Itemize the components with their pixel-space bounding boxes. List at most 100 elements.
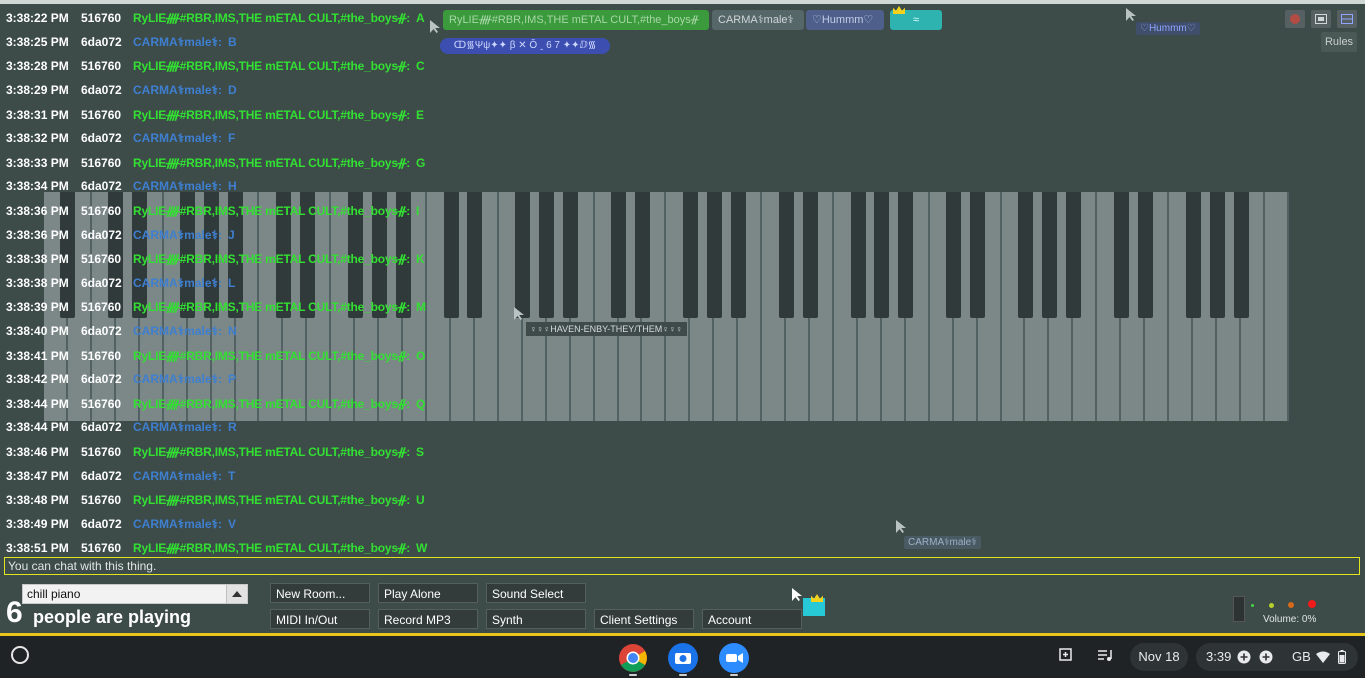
chat-message: 3:38:38 PM 516760 RyLIEᚎ#RBR,IMS,THE mETAL… [6,249,425,269]
chat-text: P [228,372,237,386]
chat-message: 3:38:36 PM 516760 RyLIEᚎ#RBR,IMS,THE mETAL… [6,201,419,221]
chat-username[interactable]: CARMA⚕male⚕: [133,420,222,434]
chat-user-id: 516760 [81,445,122,459]
chat-username[interactable]: RyLIEᚎ#RBR,IMS,THE mETAL CULT,#the_boysᚌ… [133,349,410,363]
chat-user-id: 6da072 [81,179,122,193]
camera-app-icon[interactable] [668,643,698,673]
midi-button[interactable]: MIDI In/Out [270,609,370,629]
chat-text: W [416,541,428,555]
crown-icon [811,594,823,602]
chat-text: Q [416,397,426,411]
app-running-dot [629,674,637,676]
volume-control[interactable]: Volume: 0% [1233,596,1343,626]
chat-message: 3:38:41 PM 516760 RyLIEᚎ#RBR,IMS,THE mETAL… [6,346,425,366]
chat-username[interactable]: RyLIEᚎ#RBR,IMS,THE mETAL CULT,#the_boysᚌ… [133,59,410,73]
chat-time: 3:38:38 PM [6,252,69,266]
chat-message: 3:38:29 PM 6da072 CARMA⚕male⚕: D [6,80,237,100]
chat-time: 3:38:36 PM [6,228,69,242]
image-icon[interactable] [1311,10,1331,28]
chat-text: I [416,204,420,218]
participant-chip-rylie[interactable]: RyLIEᚎ#RBR,IMS,THE mETAL CULT,#the_boysᚌ [443,10,709,30]
chat-username[interactable]: CARMA⚕male⚕: [133,228,222,242]
chevron-up-icon[interactable] [226,585,247,603]
chat-username[interactable]: RyLIEᚎ#RBR,IMS,THE mETAL CULT,#the_boysᚌ… [133,11,410,25]
launcher-icon[interactable] [11,646,29,664]
chat-username[interactable]: CARMA⚕male⚕: [133,35,222,49]
volume-slider[interactable] [1233,596,1245,622]
chat-text: O [416,349,426,363]
chat-user-id: 516760 [81,300,122,314]
account-button[interactable]: Account [702,609,802,629]
chat-username[interactable]: RyLIEᚎ#RBR,IMS,THE mETAL CULT,#the_boysᚌ… [133,541,410,555]
clipboard-icon[interactable] [1057,648,1073,662]
participant-chip-hummm[interactable]: ♡Hummm♡ [806,10,884,30]
chat-username[interactable]: RyLIEᚎ#RBR,IMS,THE mETAL CULT,#the_boysᚌ… [133,397,410,411]
rules-button[interactable]: Rules [1321,32,1357,52]
chat-user-id: 6da072 [81,372,122,386]
chat-time: 3:38:25 PM [6,35,69,49]
chat-text: D [228,83,237,97]
chat-time: 3:38:34 PM [6,179,69,193]
participant-chip-carma[interactable]: CARMA⚕male⚕ [712,10,804,30]
chat-text: A [416,11,425,25]
chat-username[interactable]: CARMA⚕male⚕: [133,83,222,97]
battery-icon [1338,650,1346,664]
zoom-icon[interactable] [719,643,749,673]
chat-username[interactable]: RyLIEᚎ#RBR,IMS,THE mETAL CULT,#the_boysᚌ… [133,300,410,314]
chat-username[interactable]: RyLIEᚎ#RBR,IMS,THE mETAL CULT,#the_boysᚌ… [133,493,410,507]
media-controls-icon[interactable] [1097,648,1113,662]
date-pill[interactable]: Nov 18 [1130,643,1188,671]
chat-message: 3:38:44 PM 6da072 CARMA⚕male⚕: R [6,417,237,437]
chat-text: B [228,35,237,49]
chat-username[interactable]: CARMA⚕male⚕: [133,372,222,386]
grid-icon[interactable] [1337,10,1357,28]
volume-led [1269,603,1274,608]
chat-user-id: 6da072 [81,324,122,338]
chat-time: 3:38:32 PM [6,131,69,145]
chat-user-id: 516760 [81,349,122,363]
chat-username[interactable]: CARMA⚕male⚕: [133,179,222,193]
chat-username[interactable]: RyLIEᚎ#RBR,IMS,THE mETAL CULT,#the_boysᚌ… [133,204,410,218]
cursor-label-hummm: ♡Hummm♡ [1136,22,1200,35]
chat-time: 3:38:41 PM [6,349,69,363]
chat-message: 3:38:38 PM 6da072 CARMA⚕male⚕: L [6,273,235,293]
chat-time: 3:38:49 PM [6,517,69,531]
chat-username[interactable]: RyLIEᚎ#RBR,IMS,THE mETAL CULT,#the_boysᚌ… [133,156,410,170]
chat-message: 3:38:25 PM 6da072 CARMA⚕male⚕: B [6,32,237,52]
chat-input[interactable]: You can chat with this thing. [4,557,1360,575]
chat-user-id: 516760 [81,252,122,266]
cursor-label-carma: CARMA⚕male⚕ [904,536,981,549]
chat-username[interactable]: CARMA⚕male⚕: [133,276,222,290]
room-select[interactable]: chill piano [22,584,248,604]
new-room-button[interactable]: New Room... [270,583,370,603]
chat-username[interactable]: RyLIEᚎ#RBR,IMS,THE mETAL CULT,#the_boysᚌ… [133,108,410,122]
chat-text: T [228,469,236,483]
chat-username[interactable]: CARMA⚕male⚕: [133,324,222,338]
add-icon [1259,650,1273,664]
chat-user-id: 516760 [81,397,122,411]
chat-user-id: 516760 [81,11,122,25]
chat-username[interactable]: CARMA⚕male⚕: [133,131,222,145]
chat-user-id: 6da072 [81,228,122,242]
window-top-strip [0,0,1365,4]
record-icon[interactable] [1285,10,1305,28]
play-alone-button[interactable]: Play Alone [378,583,478,603]
status-tray[interactable]: 3:39 GB [1196,643,1358,671]
sound-select-button[interactable]: Sound Select [486,583,586,603]
chat-time: 3:38:44 PM [6,397,69,411]
chat-username[interactable]: RyLIEᚎ#RBR,IMS,THE mETAL CULT,#the_boysᚌ… [133,252,410,266]
chrome-icon[interactable] [618,643,648,673]
chat-time: 3:38:28 PM [6,59,69,73]
synth-button[interactable]: Synth [486,609,586,629]
chat-username[interactable]: RyLIEᚎ#RBR,IMS,THE mETAL CULT,#the_boysᚌ… [133,445,410,459]
chat-message: 3:38:39 PM 516760 RyLIEᚎ#RBR,IMS,THE mETAL… [6,297,426,317]
volume-led [1251,604,1254,607]
keyboard-layout-text: GB [1292,649,1311,664]
client-settings-button[interactable]: Client Settings [594,609,694,629]
app-window: RyLIEᚎ#RBR,IMS,THE mETAL CULT,#the_boysᚌ… [0,0,1365,678]
chat-username[interactable]: CARMA⚕male⚕: [133,469,222,483]
chat-username[interactable]: CARMA⚕male⚕: [133,517,222,531]
chat-text: G [416,156,426,170]
chat-time: 3:38:51 PM [6,541,69,555]
record-mp3-button[interactable]: Record MP3 [378,609,478,629]
